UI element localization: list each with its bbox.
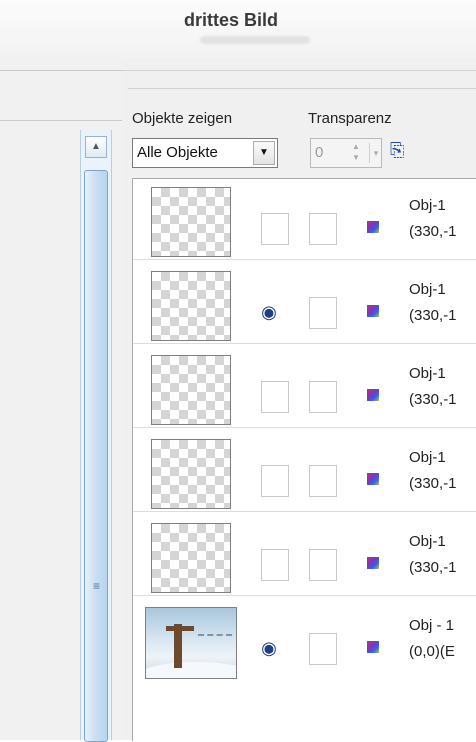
object-thumbnail (151, 355, 231, 425)
object-name: Obj-1 (409, 281, 446, 298)
list-item[interactable]: Obj-1 (330,-1 (133, 515, 476, 596)
new-object-icon[interactable]: ⎘ (390, 140, 412, 164)
lock-checkbox[interactable] (309, 549, 337, 581)
dropdown-arrow-icon[interactable]: ▾ (369, 143, 382, 163)
color-cube-icon (367, 389, 379, 401)
object-name: Obj-1 (409, 197, 446, 214)
eye-icon[interactable]: ◉ (257, 301, 281, 323)
list-item[interactable]: ◉ Obj - 1 (0,0)(E (133, 599, 476, 679)
color-cube-icon (367, 473, 379, 485)
transparency-label: Transparenz (308, 110, 392, 127)
eye-icon[interactable]: ◉ (257, 637, 281, 659)
divider (122, 70, 476, 71)
spin-arrows-icon[interactable]: ▲ ▼ (347, 141, 365, 165)
grip-icon: ≡ (93, 579, 101, 593)
lock-checkbox[interactable] (309, 465, 337, 497)
object-thumbnail (145, 607, 237, 679)
visibility-checkbox[interactable] (261, 213, 289, 245)
list-item[interactable]: Obj-1 (330,-1 (133, 431, 476, 512)
object-thumbnail (151, 271, 231, 341)
lock-checkbox[interactable] (309, 633, 337, 665)
chevron-down-icon[interactable]: ▼ (253, 141, 275, 165)
color-cube-icon (367, 305, 379, 317)
divider (0, 70, 122, 71)
show-objects-select[interactable]: Alle Objekte ▼ (132, 138, 278, 168)
lock-checkbox[interactable] (309, 297, 337, 329)
list-item[interactable]: Obj-1 (330,-1 (133, 179, 476, 260)
object-coords: (330,-1 (409, 475, 457, 492)
scroll-up-button[interactable]: ▲ (85, 136, 107, 158)
object-name: Obj - 1 (409, 617, 455, 634)
object-name: Obj-1 (409, 365, 446, 382)
lock-checkbox[interactable] (309, 213, 337, 245)
color-cube-icon (367, 641, 379, 653)
object-thumbnail (151, 439, 231, 509)
object-name: Obj-1 (409, 449, 446, 466)
show-objects-label: Objekte zeigen (132, 110, 233, 127)
vertical-scrollbar[interactable]: ▲ ≡ (80, 130, 112, 742)
object-list: Obj-1 (330,-1 ◉ Obj-1 (330,-1 Obj-1 (330… (132, 178, 476, 741)
object-coords: (0,0)(E (409, 643, 455, 660)
list-item[interactable]: Obj-1 (330,-1 (133, 347, 476, 428)
object-name: Obj-1 (409, 533, 446, 550)
divider (0, 120, 122, 121)
object-coords: (330,-1 (409, 559, 457, 576)
visibility-checkbox[interactable] (261, 465, 289, 497)
objects-panel: Objekte zeigen Transparenz Alle Objekte … (122, 58, 476, 741)
color-cube-icon (367, 221, 379, 233)
transparency-value: 0 (315, 144, 324, 161)
scroll-thumb[interactable]: ≡ (84, 170, 108, 742)
show-objects-value: Alle Objekte (137, 144, 218, 161)
list-item[interactable]: ◉ Obj-1 (330,-1 (133, 263, 476, 344)
object-thumbnail (151, 187, 231, 257)
object-coords: (330,-1 (409, 391, 457, 408)
title-bar: drittes Bild (0, 0, 476, 60)
document-title: drittes Bild (184, 10, 279, 30)
visibility-checkbox[interactable] (261, 549, 289, 581)
color-cube-icon (367, 557, 379, 569)
visibility-checkbox[interactable] (261, 381, 289, 413)
divider (128, 88, 476, 89)
lock-checkbox[interactable] (309, 381, 337, 413)
object-coords: (330,-1 (409, 223, 457, 240)
object-thumbnail (151, 523, 231, 593)
transparency-stepper[interactable]: 0 ▲ ▼ ▾ (310, 138, 382, 168)
object-coords: (330,-1 (409, 307, 457, 324)
blurred-subtitle (200, 36, 310, 44)
